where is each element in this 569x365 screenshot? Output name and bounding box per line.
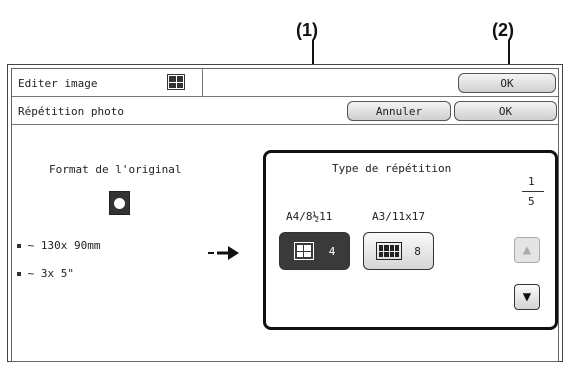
paper-a3-label: A3/11x17 [372,210,425,223]
header-ok-button[interactable]: OK [458,73,556,93]
original-size-mm: ~ 130x 90mm [17,239,100,252]
original-size-in-value: ~ 3x 5" [27,267,74,280]
page-total: 5 [528,195,535,208]
ok-button[interactable]: OK [454,101,557,121]
repeat-4-button[interactable]: 4 [279,232,350,270]
subheader-bar: Répétition photo Annuler OK [12,97,558,125]
page-divider [522,191,544,192]
header-bar: Editer image OK [12,69,558,97]
original-format-heading: Format de l'original [49,163,182,176]
up-arrow-button[interactable]: ▲ [514,237,540,263]
photo-icon [109,191,130,215]
header-title: Editer image [18,77,98,90]
repeat-4-icon [293,242,314,260]
original-size-in: ~ 3x 5" [17,267,74,280]
page-current: 1 [528,175,535,188]
down-arrow-button[interactable]: ▼ [514,284,540,310]
repeat-8-count: 8 [414,244,421,258]
image-edit-icon [167,74,185,90]
subheader-title: Répétition photo [18,105,124,118]
repeat-4-count: 4 [328,244,336,258]
right-arrow-icon [208,246,239,260]
repetition-type-heading: Type de répétition [332,162,452,175]
up-arrow-icon: ▲ [522,242,532,258]
paper-a4-label: A4/8½11 [286,210,333,223]
header-divider [202,69,203,96]
cancel-button[interactable]: Annuler [347,101,451,121]
repeat-8-button[interactable]: 8 [363,232,434,270]
repetition-type-group: Type de répétition 1 5 A4/8½11 A3/11x17 … [263,150,558,330]
repeat-8-icon [376,242,403,260]
down-arrow-icon: ▼ [522,289,532,305]
original-size-mm-value: ~ 130x 90mm [27,239,101,252]
